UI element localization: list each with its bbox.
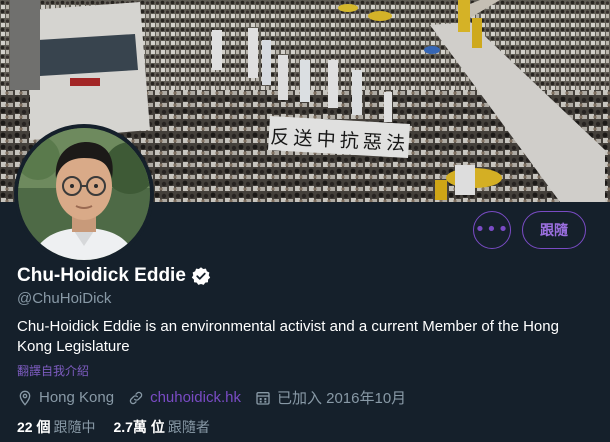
website-item: chuhoidick.hk — [128, 389, 241, 406]
followers-count: 2.7萬 位 — [113, 419, 165, 435]
link-icon — [129, 391, 143, 404]
verified-badge-icon — [191, 267, 211, 285]
avatar-photo — [18, 128, 150, 260]
display-name: Chu-Hoidick Eddie — [17, 265, 186, 286]
joined-text: 已加入 2016年10月 — [276, 390, 407, 407]
followers-label: 跟隨者 — [167, 419, 210, 435]
location-item: Hong Kong — [17, 389, 114, 406]
translate-bio-link[interactable]: 翻譯自我介紹 — [17, 362, 89, 379]
profile-meta: Hong Kong chuhoidick.hk 已加入 2016年10月 — [17, 387, 420, 408]
follow-stats: 22 個跟隨中 2.7萬 位跟隨者 — [17, 417, 228, 437]
joined-item: 已加入 2016年10月 — [255, 387, 406, 408]
location-pin-icon — [19, 390, 31, 406]
avatar[interactable] — [14, 124, 154, 264]
location-text: Hong Kong — [39, 389, 115, 406]
calendar-icon — [256, 391, 270, 405]
website-link[interactable]: chuhoidick.hk — [150, 389, 241, 406]
following-stat[interactable]: 22 個跟隨中 — [17, 417, 95, 437]
follow-button[interactable]: 跟隨 — [522, 211, 586, 249]
following-count: 22 個 — [17, 419, 51, 435]
more-options-button[interactable]: ••• — [473, 211, 511, 249]
handle: @ChuHoiDick — [17, 290, 112, 307]
name-row: Chu-Hoidick Eddie — [17, 265, 211, 287]
more-options-icon: ••• — [474, 219, 510, 240]
following-label: 跟隨中 — [53, 419, 96, 435]
bio-text: Chu-Hoidick Eddie is an environmental ac… — [17, 318, 559, 355]
followers-stat[interactable]: 2.7萬 位跟隨者 — [113, 417, 209, 437]
